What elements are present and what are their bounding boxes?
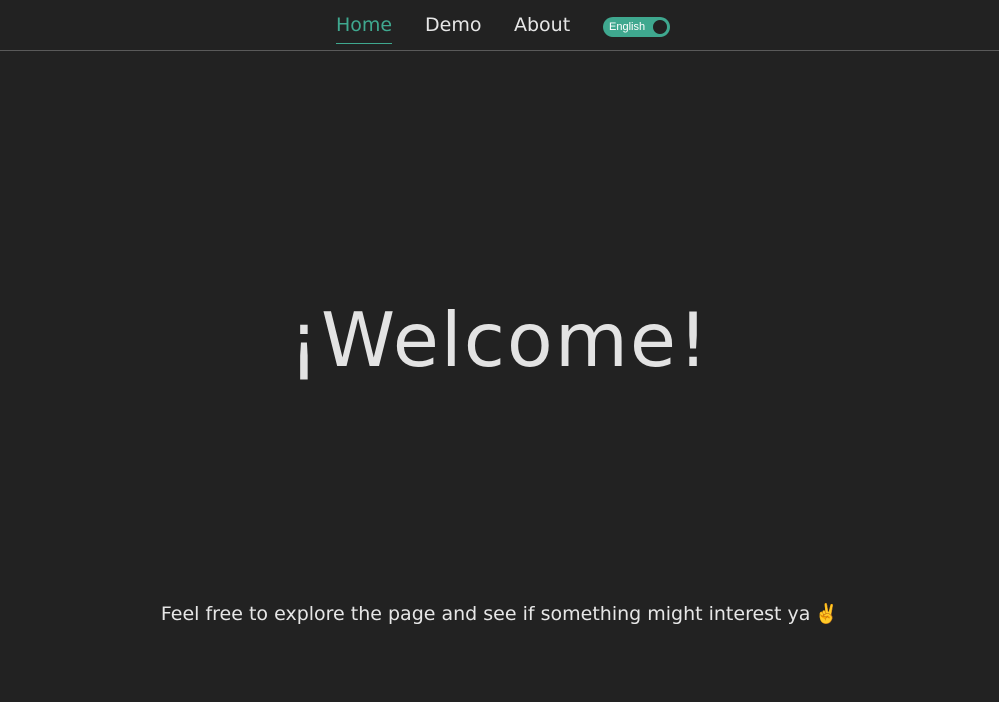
nav-link-about[interactable]: About bbox=[514, 12, 570, 38]
page: Home Demo About English ¡Welcome! Feel f… bbox=[0, 0, 999, 702]
language-toggle-label: English bbox=[609, 21, 646, 33]
language-toggle[interactable]: English bbox=[603, 17, 670, 37]
active-nav-underline bbox=[336, 43, 393, 44]
nav-link-demo-label: Demo bbox=[425, 14, 482, 36]
victory-hand-icon: ✌️ bbox=[814, 603, 839, 625]
nav-link-demo[interactable]: Demo bbox=[425, 12, 481, 38]
welcome-subtitle: Feel free to explore the page and see if… bbox=[0, 601, 999, 627]
welcome-subtitle-text: Feel free to explore the page and see if… bbox=[160, 603, 811, 625]
nav-link-about-label: About bbox=[514, 14, 571, 36]
nav-link-home-label: Home bbox=[336, 14, 393, 36]
language-toggle-knob bbox=[651, 18, 669, 36]
top-navigation-bar: Home Demo About English bbox=[0, 0, 999, 51]
welcome-title: ¡Welcome! bbox=[288, 296, 711, 384]
nav-link-home[interactable]: Home bbox=[336, 12, 393, 44]
